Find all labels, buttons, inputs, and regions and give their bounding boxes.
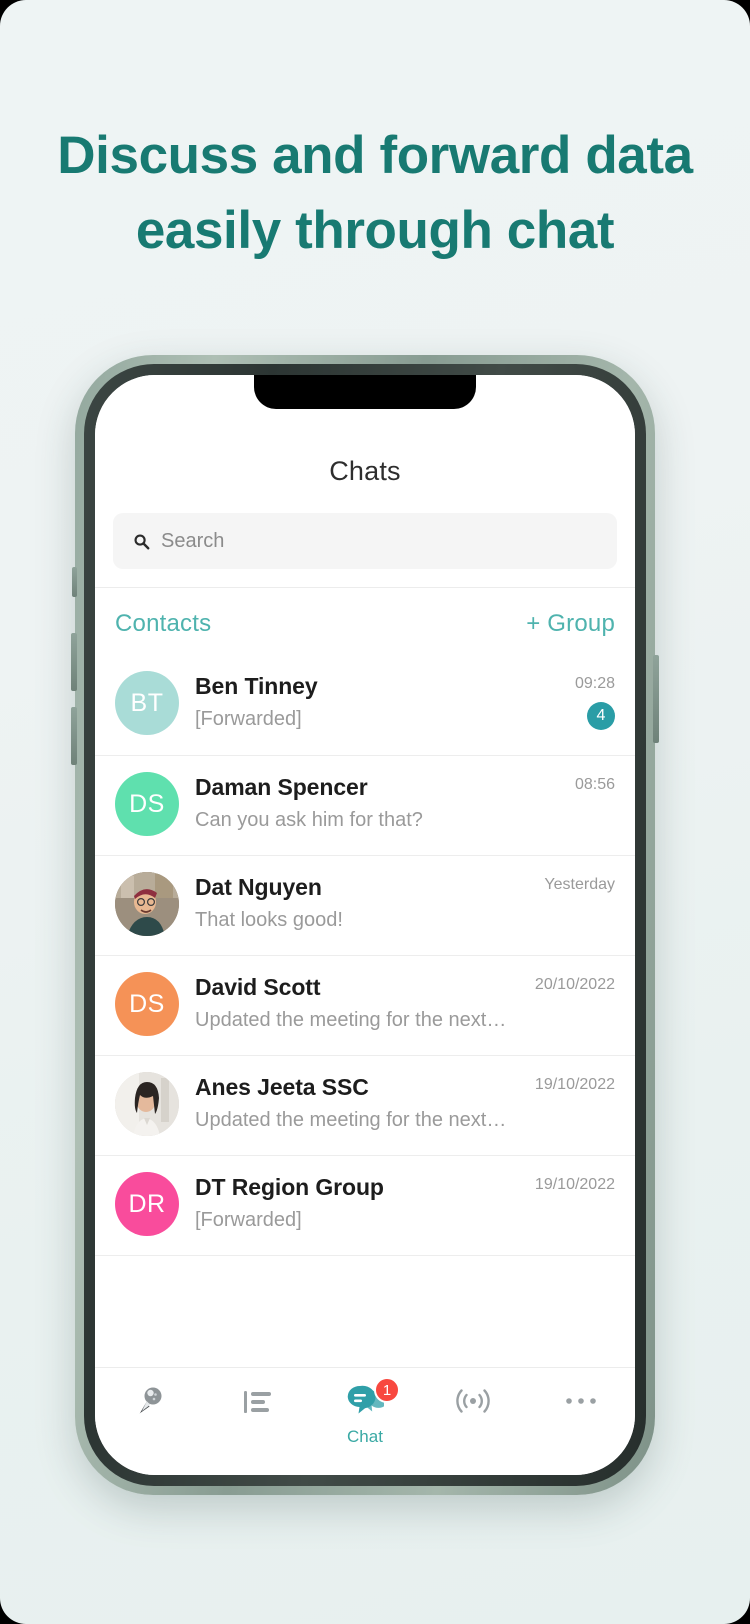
- avatar: BT: [115, 671, 179, 735]
- chat-timestamp: Yesterday: [544, 876, 615, 893]
- phone-power-button: [653, 655, 659, 743]
- chat-list[interactable]: BT Ben Tinney [Forwarded] 09:28 4 DS Dam…: [95, 655, 635, 1367]
- chat-contact-name: Dat Nguyen: [195, 874, 322, 900]
- chat-preview-message: [Forwarded]: [195, 707, 302, 730]
- phone-mockup: Chats Contacts + Group: [71, 355, 659, 1495]
- phone-silent-switch: [72, 567, 77, 597]
- avatar-initials: DS: [129, 789, 165, 818]
- chat-preview-message: Can you ask him for that?: [195, 808, 423, 831]
- chat-contact-name: Ben Tinney: [195, 673, 318, 699]
- avatar: DS: [115, 972, 179, 1036]
- chat-bubbles-icon: 1: [346, 1377, 400, 1420]
- phone-screen: Chats Contacts + Group: [95, 375, 635, 1475]
- tab-tasks[interactable]: [203, 1382, 311, 1420]
- phone-volume-up-button: [71, 633, 77, 691]
- search-bar-container: [95, 487, 635, 569]
- chat-contact-name: Daman Spencer: [195, 774, 368, 800]
- search-icon: [134, 533, 150, 549]
- chat-list-item[interactable]: DS David Scott Updated the meeting for t…: [95, 955, 635, 1055]
- promo-poster: Discuss and forward data easily through …: [0, 0, 750, 1624]
- headline-line-1: Discuss and forward data: [57, 126, 693, 185]
- chat-timestamp: 08:56: [574, 776, 615, 793]
- chat-list-item[interactable]: BT Ben Tinney [Forwarded] 09:28 4: [95, 655, 635, 755]
- chat-list-item[interactable]: Anes Jeeta SSC Updated the meeting for t…: [95, 1055, 635, 1155]
- chat-preview-message: That looks good!: [195, 908, 343, 931]
- chat-timestamp: 09:28: [574, 675, 615, 692]
- add-group-button[interactable]: + Group: [526, 610, 615, 638]
- chat-timestamp: 20/10/2022: [534, 976, 615, 993]
- tab-broadcast[interactable]: [419, 1382, 527, 1420]
- contact-photo-icon: [115, 1072, 179, 1136]
- chat-list-end-divider: [95, 1255, 635, 1256]
- chat-preview-message: [Forwarded]: [195, 1208, 302, 1231]
- chat-list-item[interactable]: Dat Nguyen That looks good! Yesterday: [95, 855, 635, 955]
- search-input[interactable]: [161, 529, 597, 553]
- chat-contact-name: David Scott: [195, 974, 321, 1000]
- chat-preview-message: Updated the meeting for the next quarter…: [195, 1108, 507, 1131]
- more-dots-icon: [564, 1382, 598, 1420]
- phone-volume-down-button: [71, 707, 77, 765]
- unread-count-badge: 4: [587, 702, 615, 730]
- headline-line-2: easily through chat: [135, 201, 615, 261]
- phone-notch: [254, 375, 476, 409]
- contacts-label: Contacts: [115, 610, 212, 637]
- task-list-icon: [240, 1382, 274, 1420]
- avatar-initials: DR: [128, 1189, 166, 1218]
- contacts-section-header: Contacts + Group: [95, 587, 635, 655]
- search-box[interactable]: [113, 513, 617, 569]
- bottom-tab-bar: 1 Chat: [95, 1367, 635, 1475]
- chat-list-item[interactable]: DS Daman Spencer Can you ask him for tha…: [95, 755, 635, 855]
- chat-list-item[interactable]: DR DT Region Group [Forwarded] 19/10/202…: [95, 1155, 635, 1255]
- page-title: Discuss and forward data easily through …: [0, 118, 750, 269]
- contact-photo-icon: [115, 872, 179, 936]
- avatar: DR: [115, 1172, 179, 1236]
- tab-more[interactable]: [527, 1382, 635, 1420]
- avatar-photo: [115, 872, 179, 936]
- chat-timestamp: 19/10/2022: [534, 1176, 615, 1193]
- avatar: DS: [115, 772, 179, 836]
- chat-unread-badge: 1: [374, 1377, 400, 1403]
- tab-chat-label: Chat: [347, 1427, 383, 1446]
- tab-chat[interactable]: 1 Chat: [311, 1377, 419, 1447]
- avatar-initials: BT: [130, 688, 164, 717]
- microphone-icon: [130, 1382, 168, 1420]
- chat-contact-name: Anes Jeeta SSC: [195, 1074, 369, 1100]
- tab-voice[interactable]: [95, 1382, 203, 1420]
- chat-timestamp: 19/10/2022: [534, 1076, 615, 1093]
- chat-contact-name: DT Region Group: [195, 1174, 384, 1200]
- avatar-photo: [115, 1072, 179, 1136]
- avatar-initials: DS: [129, 989, 165, 1018]
- broadcast-icon: [453, 1382, 493, 1420]
- chat-app: Chats Contacts + Group: [95, 375, 635, 1475]
- chat-preview-message: Updated the meeting for the next quarter…: [195, 1008, 507, 1031]
